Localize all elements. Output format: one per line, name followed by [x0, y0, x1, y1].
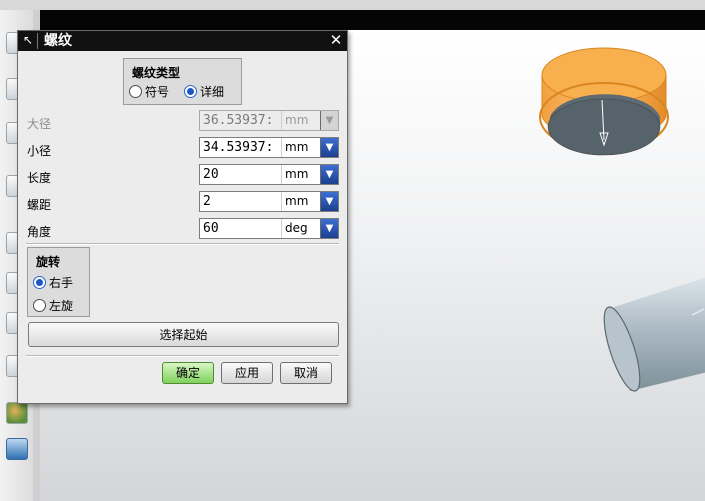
- system-scene-icon[interactable]: [6, 438, 28, 460]
- dropdown-arrow-icon[interactable]: ▼: [320, 138, 338, 157]
- major-diameter-unit: mm: [285, 113, 309, 127]
- dialog-title: 螺纹: [44, 33, 72, 49]
- thread-type-symbolic-label: 符号: [145, 85, 170, 99]
- minor-diameter-unit: mm: [285, 140, 309, 154]
- dialog-title-bar[interactable]: ↖ 螺纹 ✕: [18, 31, 347, 51]
- pitch-label: 螺距: [27, 198, 52, 212]
- graphics-title-bar: [40, 10, 705, 30]
- rotation-left-hand-radio[interactable]: 左旋: [33, 297, 73, 314]
- radio-unselected-icon: [129, 85, 142, 98]
- thread-type-detailed-label: 详细: [200, 85, 225, 99]
- length-unit: mm: [285, 167, 309, 181]
- ok-button[interactable]: 确定: [162, 362, 214, 384]
- pitch-unit: mm: [285, 194, 309, 208]
- major-diameter-label: 大径: [27, 117, 52, 131]
- dropdown-arrow-icon[interactable]: ▼: [320, 219, 338, 238]
- angle-value[interactable]: 60: [200, 219, 282, 238]
- rotation-right-hand-label: 右手: [49, 276, 74, 290]
- cancel-button[interactable]: 取消: [280, 362, 332, 384]
- steel-cylinder-part[interactable]: [600, 265, 705, 395]
- apply-button[interactable]: 应用: [221, 362, 273, 384]
- rotation-group: 旋转 右手 左旋: [27, 247, 90, 317]
- thread-type-title: 螺纹类型: [132, 66, 181, 80]
- minor-diameter-field[interactable]: 34.53937: mm ▼: [199, 137, 339, 158]
- roles-icon[interactable]: [6, 402, 28, 424]
- top-strip: [0, 0, 705, 10]
- pitch-value[interactable]: 2: [200, 192, 282, 211]
- pitch-field[interactable]: 2 mm ▼: [199, 191, 339, 212]
- dropdown-arrow-icon[interactable]: ▼: [320, 192, 338, 211]
- dropdown-arrow-icon: ▼: [320, 111, 338, 130]
- rotation-right-hand-radio[interactable]: 右手: [33, 274, 73, 291]
- length-value[interactable]: 20: [200, 165, 282, 184]
- thread-dialog: ↖ 螺纹 ✕ 螺纹类型 符号 详细 大径 36.53937: mm ▼ 小径 3…: [17, 30, 348, 404]
- close-icon[interactable]: ✕: [327, 32, 345, 49]
- divider: [26, 355, 339, 357]
- title-separator: [37, 33, 38, 49]
- angle-field[interactable]: 60 deg ▼: [199, 218, 339, 239]
- length-label: 长度: [27, 171, 52, 185]
- angle-unit: deg: [285, 221, 308, 235]
- minor-diameter-value[interactable]: 34.53937:: [200, 138, 282, 157]
- thread-type-symbolic-radio[interactable]: 符号: [129, 83, 169, 100]
- arrow-pointer-icon[interactable]: ↖: [21, 33, 35, 47]
- rotation-title: 旋转: [36, 255, 61, 269]
- major-diameter-field: 36.53937: mm ▼: [199, 110, 339, 131]
- select-start-button[interactable]: 选择起始: [28, 322, 339, 347]
- rotation-left-hand-label: 左旋: [49, 299, 74, 313]
- radio-unselected-icon: [33, 299, 46, 312]
- minor-diameter-label: 小径: [27, 144, 52, 158]
- radio-selected-icon: [33, 276, 46, 289]
- major-diameter-value: 36.53937:: [200, 111, 282, 130]
- dropdown-arrow-icon[interactable]: ▼: [320, 165, 338, 184]
- thread-type-detailed-radio[interactable]: 详细: [184, 83, 224, 100]
- length-field[interactable]: 20 mm ▼: [199, 164, 339, 185]
- angle-label: 角度: [27, 225, 52, 239]
- divider: [26, 243, 339, 245]
- radio-selected-icon: [184, 85, 197, 98]
- orange-cylinder-part[interactable]: [538, 45, 670, 157]
- thread-type-group: 螺纹类型 符号 详细: [123, 58, 242, 105]
